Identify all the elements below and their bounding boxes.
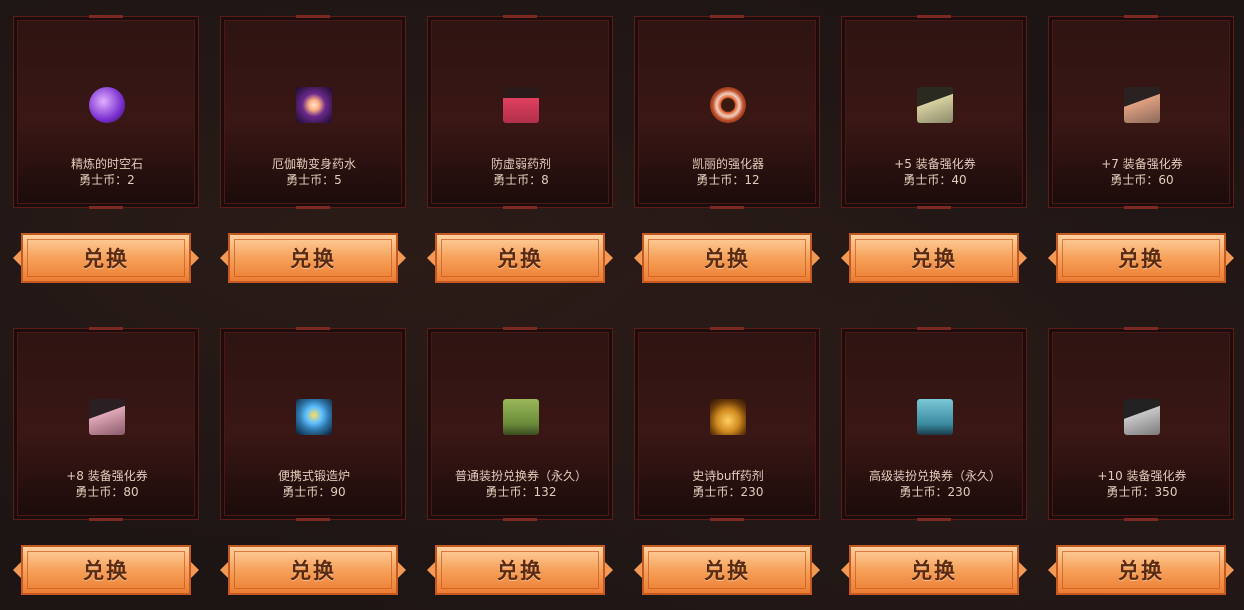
exchange-button-label: 兑换 <box>911 559 957 583</box>
exchange-button-label: 兑换 <box>704 247 750 271</box>
item-card: +8 装备强化券 勇士币：80 <box>13 328 199 520</box>
item-card: 精炼的时空石 勇士币：2 <box>13 16 199 208</box>
item-price: 勇士币：40 <box>903 173 967 187</box>
item-card: +10 装备强化券 勇士币：350 <box>1048 328 1234 520</box>
item-cell: 便携式锻造炉 勇士币：90 兑换 <box>220 328 406 608</box>
item-cell: 防虚弱药剂 勇士币：8 兑换 <box>427 16 613 328</box>
epic-potion-icon <box>710 399 746 435</box>
item-cell: 精炼的时空石 勇士币：2 兑换 <box>13 16 199 328</box>
item-name: 厄伽勒变身药水 <box>271 157 356 171</box>
item-name: +8 装备强化券 <box>66 469 148 483</box>
exchange-button-label: 兑换 <box>83 559 129 583</box>
exchange-button[interactable]: 兑换 <box>427 233 613 283</box>
exchange-button-label: 兑换 <box>290 559 336 583</box>
item-name: 凯丽的强化器 <box>691 157 764 171</box>
eye-potion-icon <box>296 87 332 123</box>
flask-icon <box>503 87 539 123</box>
item-card: +7 装备强化券 勇士币：60 <box>1048 16 1234 208</box>
ticket-plus7-icon <box>1124 87 1160 123</box>
item-price: 勇士币：5 <box>286 173 342 187</box>
exchange-button-label: 兑换 <box>704 559 750 583</box>
item-card: 凯丽的强化器 勇士币：12 <box>634 16 820 208</box>
exchange-button-label: 兑换 <box>83 247 129 271</box>
forge-icon <box>296 399 332 435</box>
item-cell: 普通装扮兑换券（永久） 勇士币：132 兑换 <box>427 328 613 608</box>
exchange-button-label: 兑换 <box>497 559 543 583</box>
enhancer-gear-icon <box>710 87 746 123</box>
exchange-button[interactable]: 兑换 <box>13 233 199 283</box>
item-price: 勇士币：350 <box>1106 485 1178 499</box>
item-name: 普通装扮兑换券（永久） <box>454 469 587 483</box>
exchange-button[interactable]: 兑换 <box>634 545 820 595</box>
exchange-button-label: 兑换 <box>1118 559 1164 583</box>
item-name: 精炼的时空石 <box>70 157 143 171</box>
item-card: 防虚弱药剂 勇士币：8 <box>427 16 613 208</box>
item-cell: 凯丽的强化器 勇士币：12 兑换 <box>634 16 820 328</box>
item-price: 勇士币：132 <box>485 485 557 499</box>
item-card: 便携式锻造炉 勇士币：90 <box>220 328 406 520</box>
item-cell: +8 装备强化券 勇士币：80 兑换 <box>13 328 199 608</box>
item-price: 勇士币：90 <box>282 485 346 499</box>
exchange-button[interactable]: 兑换 <box>220 545 406 595</box>
exchange-button[interactable]: 兑换 <box>1048 233 1234 283</box>
item-card: 高级装扮兑换券（永久） 勇士币：230 <box>841 328 1027 520</box>
exchange-button[interactable]: 兑换 <box>1048 545 1234 595</box>
item-card: +5 装备强化券 勇士币：40 <box>841 16 1027 208</box>
item-cell: 史诗buff药剂 勇士币：230 兑换 <box>634 328 820 608</box>
exchange-button[interactable]: 兑换 <box>427 545 613 595</box>
item-cell: 厄伽勒变身药水 勇士币：5 兑换 <box>220 16 406 328</box>
item-card: 普通装扮兑换券（永久） 勇士币：132 <box>427 328 613 520</box>
item-name: +10 装备强化券 <box>1097 469 1187 483</box>
item-cell: +5 装备强化券 勇士币：40 兑换 <box>841 16 1027 328</box>
item-card: 史诗buff药剂 勇士币：230 <box>634 328 820 520</box>
exchange-button[interactable]: 兑换 <box>13 545 199 595</box>
exchange-button[interactable]: 兑换 <box>220 233 406 283</box>
exchange-button[interactable]: 兑换 <box>634 233 820 283</box>
item-price: 勇士币：12 <box>696 173 760 187</box>
ticket-plus8-icon <box>89 399 125 435</box>
item-name: 防虚弱药剂 <box>490 157 551 171</box>
item-name: 便携式锻造炉 <box>277 469 350 483</box>
ticket-plus5-icon <box>917 87 953 123</box>
exchange-button[interactable]: 兑换 <box>841 233 1027 283</box>
exchange-button-label: 兑换 <box>497 247 543 271</box>
avatar-ticket-icon <box>503 399 539 435</box>
item-price: 勇士币：2 <box>79 173 135 187</box>
item-name: 史诗buff药剂 <box>692 469 764 483</box>
exchange-button-label: 兑换 <box>290 247 336 271</box>
ticket-plus10-icon <box>1124 399 1160 435</box>
item-name: +5 装备强化券 <box>894 157 976 171</box>
item-cell: 高级装扮兑换券（永久） 勇士币：230 兑换 <box>841 328 1027 608</box>
item-price: 勇士币：230 <box>899 485 971 499</box>
item-cell: +10 装备强化券 勇士币：350 兑换 <box>1048 328 1234 608</box>
item-price: 勇士币：230 <box>692 485 764 499</box>
item-price: 勇士币：80 <box>75 485 139 499</box>
exchange-button[interactable]: 兑换 <box>841 545 1027 595</box>
exchange-button-label: 兑换 <box>1118 247 1164 271</box>
exchange-button-label: 兑换 <box>911 247 957 271</box>
premium-avatar-ticket-icon <box>917 399 953 435</box>
item-price: 勇士币：60 <box>1110 173 1174 187</box>
item-name: +7 装备强化券 <box>1101 157 1183 171</box>
item-name: 高级装扮兑换券（永久） <box>868 469 1001 483</box>
time-stone-icon <box>89 87 125 123</box>
item-price: 勇士币：8 <box>493 173 549 187</box>
exchange-grid: 精炼的时空石 勇士币：2 兑换 厄伽勒变身药水 勇士币：5 兑换 防虚弱药剂 勇… <box>13 16 1234 608</box>
item-card: 厄伽勒变身药水 勇士币：5 <box>220 16 406 208</box>
item-cell: +7 装备强化券 勇士币：60 兑换 <box>1048 16 1234 328</box>
